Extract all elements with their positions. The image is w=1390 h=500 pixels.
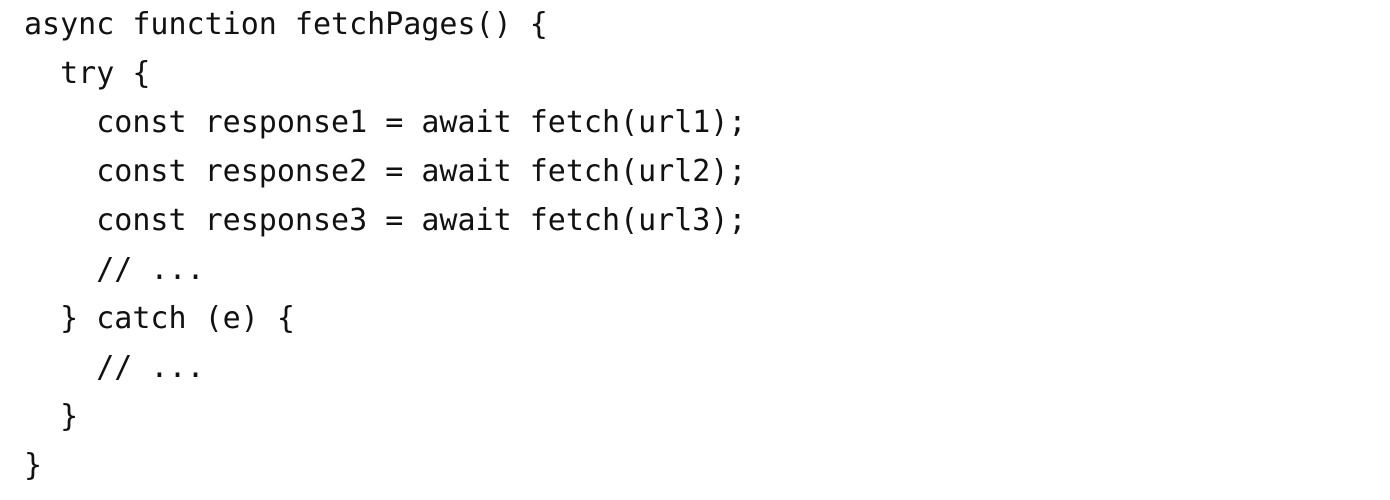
code-line: try { bbox=[24, 56, 151, 91]
code-line: const response2 = await fetch(url2); bbox=[24, 154, 747, 189]
code-line: const response3 = await fetch(url3); bbox=[24, 203, 747, 238]
code-line: // ... bbox=[24, 350, 205, 385]
code-line: // ... bbox=[24, 252, 205, 287]
code-line: } catch (e) { bbox=[24, 301, 295, 336]
code-line: const response1 = await fetch(url1); bbox=[24, 105, 747, 140]
code-line: } bbox=[24, 399, 79, 434]
code-line: } bbox=[24, 448, 43, 483]
code-block: async function fetchPages() { try { cons… bbox=[24, 0, 746, 490]
code-line: async function fetchPages() { bbox=[24, 7, 548, 42]
